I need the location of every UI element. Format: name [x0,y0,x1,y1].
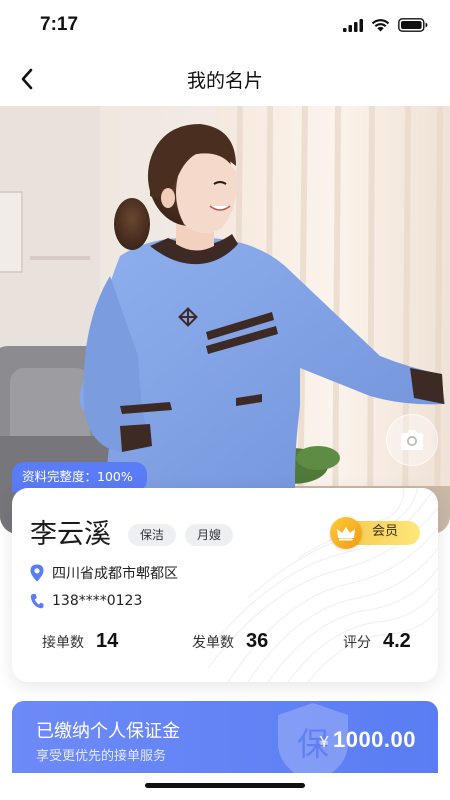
stat-value: 36 [246,630,269,652]
profile-name: 李云溪 [30,519,111,550]
camera-button[interactable] [386,414,438,466]
deposit-title: 已缴纳个人保证金 [36,721,180,742]
phone-row[interactable]: 138****0123 [30,593,142,609]
stat-value: 4.2 [383,630,411,652]
address-row: 四川省成都市郫都区 [30,563,178,583]
status-time: 7:17 [40,14,79,35]
status-icons [343,18,428,32]
service-tag: 月嫂 [185,524,234,546]
service-tag: 保洁 [128,524,177,546]
profile-card: 李云溪 保洁 月嫂 会员 四川省成都市郫都区 138****0123 接单数 1… [12,488,438,682]
stat-value: 14 [96,630,119,652]
currency-symbol: ¥ [319,734,329,751]
stat-label: 发单数 [192,635,234,651]
address-text: 四川省成都市郫都区 [52,566,178,582]
cellular-signal-icon [343,18,363,32]
camera-icon [401,430,423,450]
stat-orders-posted: 发单数 36 [192,630,268,653]
home-indicator [145,783,305,788]
crown-icon [330,517,362,549]
phone-icon [30,594,44,609]
phone-text: 138****0123 [52,593,143,609]
location-pin-icon [30,564,44,582]
status-bar: 7:17 [0,0,450,52]
nav-bar: 我的名片 [0,52,450,106]
battery-icon [398,18,428,32]
deposit-amount-value: 1000.00 [332,727,416,752]
stat-rating: 评分 4.2 [343,630,411,653]
member-badge[interactable]: 会员 [330,517,420,549]
member-label: 会员 [372,524,399,539]
deposit-amount: ¥1000.00 [320,727,416,753]
service-tags: 保洁 月嫂 [128,524,234,546]
stat-orders-taken: 接单数 14 [42,630,118,653]
deposit-banner[interactable]: 已缴纳个人保证金 享受更优先的接单服务 保 ¥1000.00 [12,701,438,773]
stat-label: 接单数 [42,635,84,651]
page-title: 我的名片 [186,70,263,92]
stat-label: 评分 [343,635,371,651]
deposit-subtitle: 享受更优先的接单服务 [36,749,167,764]
wifi-icon [371,19,390,32]
